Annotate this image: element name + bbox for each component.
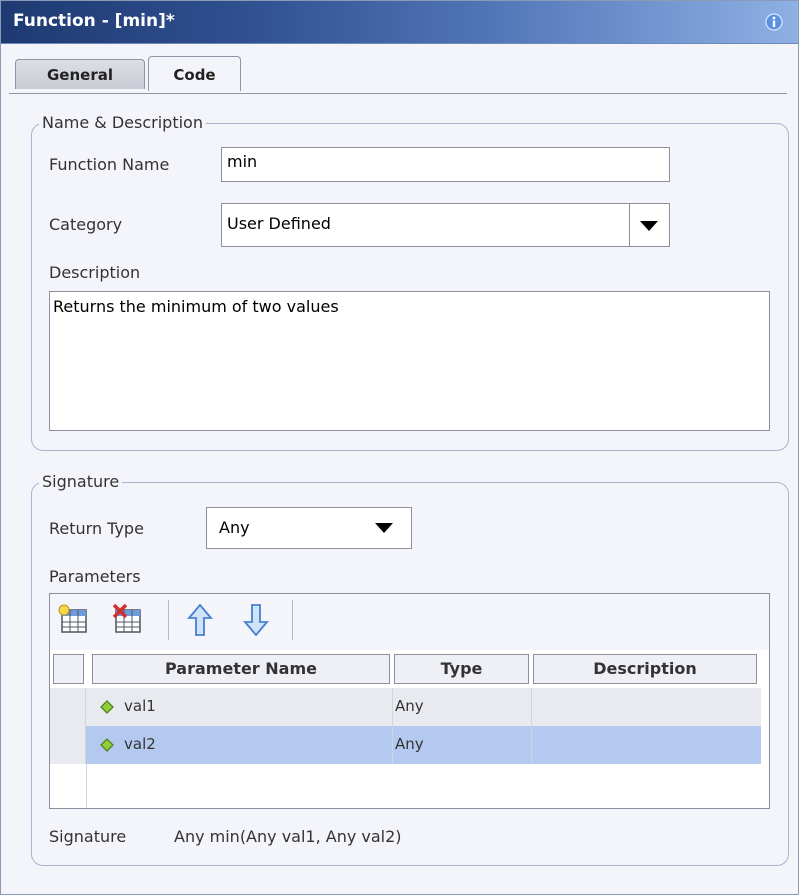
table-row[interactable]: val1 Any [50,688,761,726]
tab-strip: General Code [1,44,798,94]
function-name-label: Function Name [49,155,170,174]
parameter-icon [100,738,114,752]
delete-parameter-icon[interactable] [110,602,146,638]
description-cell[interactable] [531,688,761,726]
parameters-table: Parameter Name Type Description val1 Any [50,650,769,808]
column-header-type[interactable]: Type [394,654,529,684]
tab-code[interactable]: Code [148,56,241,91]
description-label: Description [49,263,141,282]
parameters-panel: Parameter Name Type Description val1 Any [49,593,770,809]
parameter-name: val1 [124,697,156,715]
parameter-icon [100,700,114,714]
toolbar-separator [292,600,293,640]
category-select[interactable]: User Defined [221,203,670,247]
chevron-down-icon [375,523,393,533]
row-selector[interactable] [50,688,86,726]
grid-line [86,764,87,808]
signature-value: Any min(Any val1, Any val2) [174,827,402,846]
toolbar-separator [168,600,169,640]
parameters-label: Parameters [49,567,141,586]
function-editor-window: Function - [min]* General Code Name & De… [0,0,799,895]
category-dropdown-button[interactable] [629,204,669,246]
parameter-name: val2 [124,735,156,753]
category-label: Category [49,215,123,234]
parameter-name-cell[interactable]: val1 [96,688,386,726]
move-down-icon[interactable] [238,602,274,638]
column-header-description[interactable]: Description [533,654,757,684]
info-icon[interactable] [765,13,783,31]
row-selector-header [53,654,84,684]
return-type-label: Return Type [49,519,144,538]
row-selector[interactable] [50,726,86,764]
tab-general[interactable]: General [15,59,145,89]
title-bar: Function - [min]* [1,1,798,44]
tab-divider [9,93,787,94]
type-cell[interactable]: Any [392,688,530,726]
move-up-icon[interactable] [182,602,218,638]
description-textarea[interactable]: Returns the minimum of two values [49,291,770,431]
category-value: User Defined [227,214,331,233]
type-cell[interactable]: Any [392,726,530,764]
function-name-input[interactable]: min [221,147,670,182]
description-cell[interactable] [531,726,761,764]
signature-legend: Signature [39,472,123,491]
chevron-down-icon [640,221,658,231]
return-type-select[interactable]: Any [206,507,412,549]
parameter-name-cell[interactable]: val2 [96,726,386,764]
add-parameter-icon[interactable] [56,602,92,638]
name-description-legend: Name & Description [39,113,206,132]
return-type-value: Any [219,518,250,537]
column-header-parameter-name[interactable]: Parameter Name [92,654,390,684]
window-title: Function - [min]* [13,11,175,31]
table-row[interactable]: val2 Any [50,726,761,764]
signature-label: Signature [49,827,127,846]
